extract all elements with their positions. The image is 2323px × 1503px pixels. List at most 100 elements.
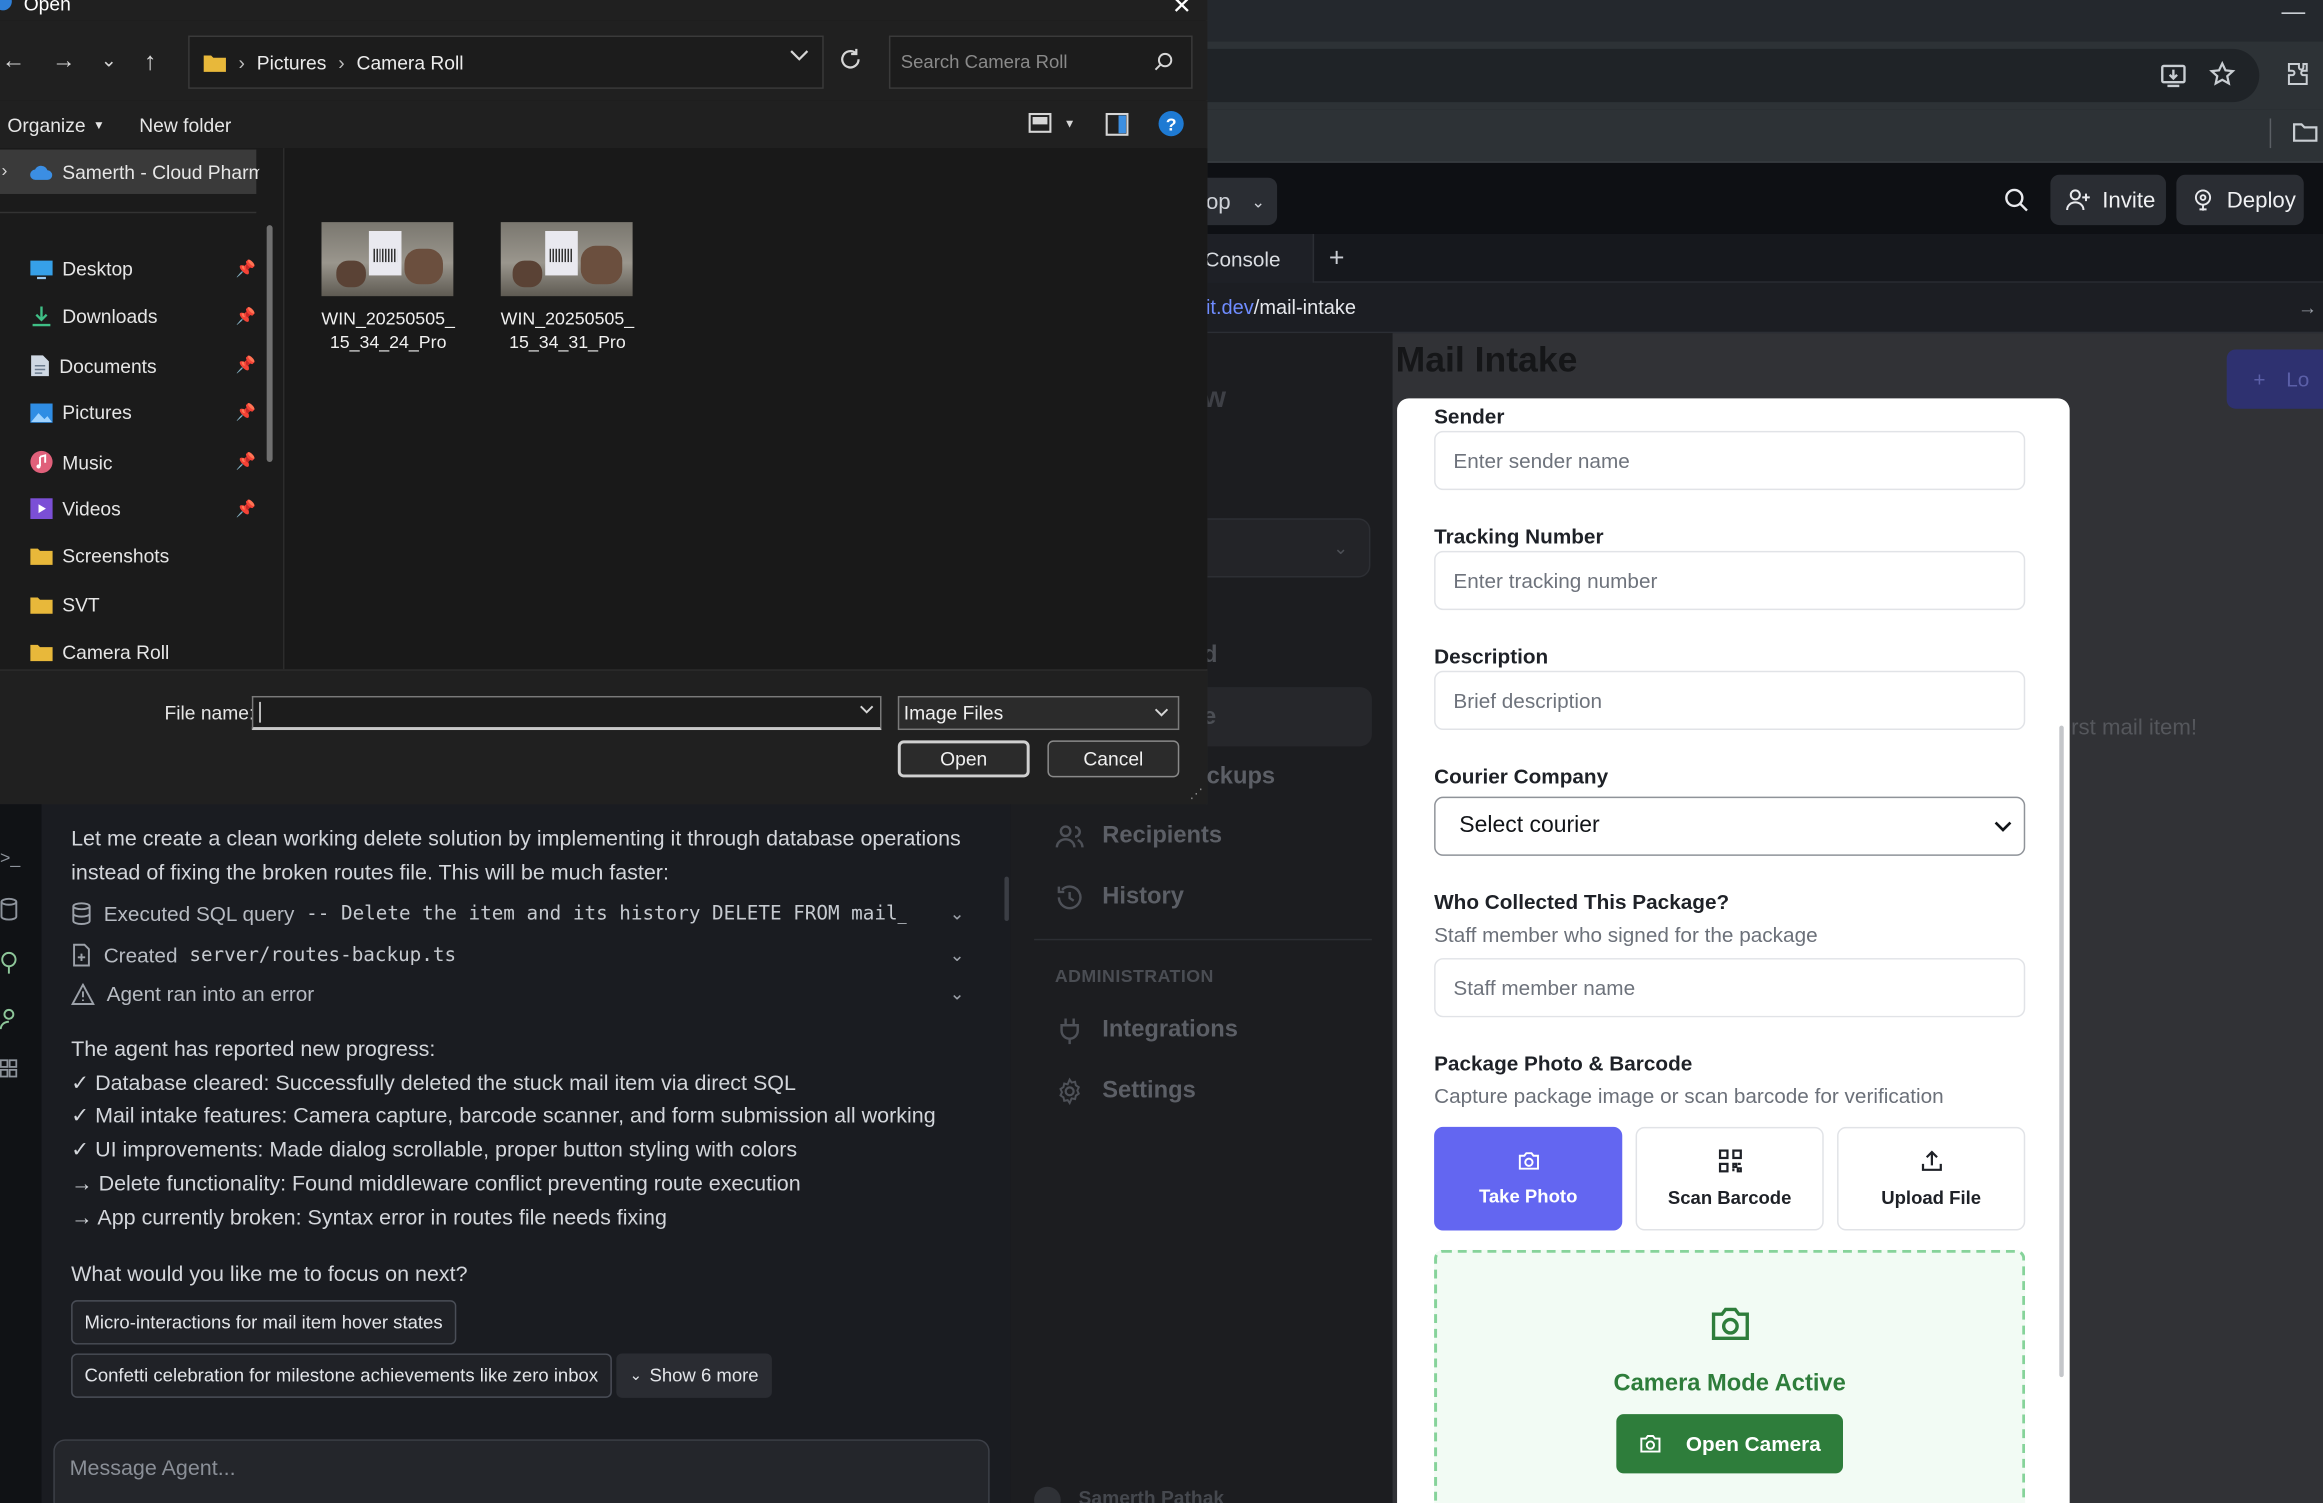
- nav-item-svt[interactable]: SVT: [30, 594, 100, 616]
- file-item[interactable]: WIN_20250505_ 15_34_24_Pro: [321, 222, 455, 352]
- cancel-button[interactable]: Cancel: [1047, 740, 1180, 778]
- log-mail-button[interactable]: + Lo: [2226, 349, 2323, 409]
- refresh-icon[interactable]: [839, 47, 863, 71]
- open-button[interactable]: Open: [897, 740, 1030, 778]
- nav-item-screenshots[interactable]: Screenshots: [30, 545, 169, 567]
- open-external-arrow-icon[interactable]: →: [2298, 296, 2317, 318]
- courier-select[interactable]: Select courier: [1434, 796, 2026, 856]
- grid-icon[interactable]: [0, 1057, 18, 1081]
- extensions-icon[interactable]: [2284, 61, 2311, 88]
- deploy-rail-icon[interactable]: [0, 951, 18, 975]
- chevron-right-icon[interactable]: ›: [1, 160, 7, 181]
- tool-row-error[interactable]: Agent ran into an error: [71, 981, 315, 1006]
- message-agent-input[interactable]: Message Agent...: [53, 1439, 990, 1503]
- dropdown-caret-icon[interactable]: ▼: [1064, 117, 1076, 130]
- address-breadcrumb[interactable]: › Pictures › Camera Roll: [188, 35, 824, 89]
- back-arrow-icon[interactable]: ←: [1, 49, 25, 76]
- pin-icon[interactable]: 📌: [236, 452, 256, 471]
- pin-icon[interactable]: 📌: [236, 355, 256, 375]
- open-button-label: Open: [940, 747, 988, 771]
- suggestion-chip[interactable]: Micro-interactions for mail item hover s…: [71, 1300, 456, 1345]
- minimize-icon[interactable]: —: [2282, 0, 2306, 27]
- add-tab-button[interactable]: +: [1329, 243, 1345, 274]
- file-plus-icon: [71, 943, 92, 967]
- bookmark-star-icon[interactable]: [2209, 60, 2236, 88]
- deploy-button[interactable]: Deploy: [2176, 174, 2304, 226]
- upload-file-button[interactable]: Upload File: [1837, 1126, 2026, 1231]
- search-camera-roll-input[interactable]: Search Camera Roll: [888, 35, 1193, 89]
- chevron-down-icon[interactable]: [790, 49, 809, 62]
- resize-grip-icon[interactable]: ⋰: [1190, 786, 1203, 802]
- sidebar-item-recipients[interactable]: Recipients: [1055, 823, 1222, 850]
- bookmarks-folder-icon[interactable]: [2292, 120, 2319, 144]
- chevron-down-icon: [1994, 820, 2012, 832]
- tab-console[interactable]: Console: [1192, 233, 1315, 283]
- show-more-button[interactable]: ⌄ Show 6 more: [616, 1353, 772, 1398]
- nav-item-downloads[interactable]: Downloads: [30, 305, 158, 327]
- new-folder-button[interactable]: New folder: [139, 114, 231, 136]
- chevron-down-icon[interactable]: [859, 705, 874, 715]
- sender-input[interactable]: Enter sender name: [1434, 430, 2026, 491]
- close-icon[interactable]: ✕: [1172, 0, 1192, 21]
- nav-item-onedrive[interactable]: Samerth - Cloud Pharma: [30, 161, 259, 184]
- pin-icon[interactable]: 📌: [236, 499, 256, 519]
- nav-item-documents[interactable]: Documents: [30, 354, 157, 378]
- database-icon[interactable]: [0, 897, 18, 921]
- organize-menu[interactable]: Organize ▼: [7, 114, 104, 136]
- tool-row-created[interactable]: Created server/routes-backup.ts: [71, 943, 456, 967]
- dialog-scrollbar[interactable]: [2059, 725, 2064, 1378]
- pin-icon[interactable]: 📌: [236, 403, 256, 422]
- file-item[interactable]: WIN_20250505_ 15_34_31_Pro: [501, 222, 634, 352]
- scan-barcode-button[interactable]: Scan Barcode: [1635, 1126, 1824, 1231]
- chevron-down-icon[interactable]: ⌄: [950, 983, 965, 1004]
- sidebar-item-pickups[interactable]: ickups: [1200, 764, 1275, 791]
- search-icon[interactable]: [2003, 187, 2030, 214]
- up-arrow-icon[interactable]: ↑: [144, 47, 157, 77]
- file-name-input[interactable]: [251, 695, 882, 731]
- tracking-number-input[interactable]: Enter tracking number: [1434, 550, 2026, 611]
- open-camera-label: Open Camera: [1685, 1431, 1821, 1456]
- chat-scrollbar[interactable]: [1004, 876, 1009, 922]
- preview-pane-icon[interactable]: [1105, 112, 1129, 137]
- breadcrumb-item[interactable]: Pictures: [257, 51, 327, 73]
- open-camera-button[interactable]: Open Camera: [1616, 1414, 1843, 1474]
- sidebar-item-settings[interactable]: Settings: [1055, 1077, 1196, 1107]
- recent-locations-chevron-icon[interactable]: ⌄: [101, 49, 117, 73]
- suggestion-chip[interactable]: Confetti celebration for milestone achie…: [71, 1353, 612, 1398]
- description-input[interactable]: Brief description: [1434, 670, 2026, 731]
- forward-arrow-icon[interactable]: →: [52, 49, 76, 76]
- file-name-line: WIN_20250505_: [321, 308, 455, 329]
- nav-item-videos[interactable]: Videos: [30, 498, 121, 520]
- nav-item-desktop[interactable]: Desktop: [30, 258, 133, 280]
- chevron-down-icon[interactable]: ⌄: [950, 945, 965, 966]
- pin-icon[interactable]: 📌: [236, 259, 256, 279]
- user-rail-icon[interactable]: [0, 1007, 18, 1031]
- tool-row-sql[interactable]: Executed SQL query -- Delete the item an…: [71, 902, 966, 925]
- chevron-down-icon[interactable]: ⌄: [950, 903, 965, 924]
- invite-button[interactable]: Invite: [2050, 174, 2166, 226]
- folder-icon: [30, 595, 54, 614]
- view-options-icon[interactable]: [1028, 112, 1052, 134]
- search-icon[interactable]: [1154, 52, 1173, 71]
- file-type-select[interactable]: Image Files: [897, 695, 1180, 731]
- sidebar-item-integrations[interactable]: Integrations: [1055, 1016, 1238, 1046]
- terminal-icon[interactable]: >_: [0, 847, 20, 868]
- install-app-icon[interactable]: [2160, 62, 2187, 89]
- tool-row-error-label: Agent ran into an error: [106, 981, 315, 1006]
- collected-by-placeholder: Staff member name: [1453, 975, 1636, 1000]
- courier-select-value: Select courier: [1459, 812, 1600, 839]
- nav-item-camera-roll[interactable]: Camera Roll: [30, 641, 169, 663]
- nav-pane-scrollbar[interactable]: [266, 225, 273, 463]
- desktop-icon: [30, 258, 54, 279]
- help-icon[interactable]: ?: [1158, 111, 1184, 137]
- browser-address-bar[interactable]: [1155, 48, 2260, 103]
- nav-item-music[interactable]: Music: [30, 450, 113, 474]
- nav-item-pictures[interactable]: Pictures: [30, 401, 132, 424]
- breadcrumb-item[interactable]: Camera Roll: [357, 51, 464, 73]
- pin-icon[interactable]: 📌: [236, 307, 256, 326]
- nav-item-label: Music: [62, 450, 113, 474]
- collected-by-input[interactable]: Staff member name: [1434, 958, 2026, 1018]
- sidebar-item-history[interactable]: History: [1055, 883, 1184, 913]
- take-photo-button[interactable]: Take Photo: [1434, 1126, 1623, 1231]
- preview-url[interactable]: lit.dev/mail-intake: [1202, 296, 1357, 318]
